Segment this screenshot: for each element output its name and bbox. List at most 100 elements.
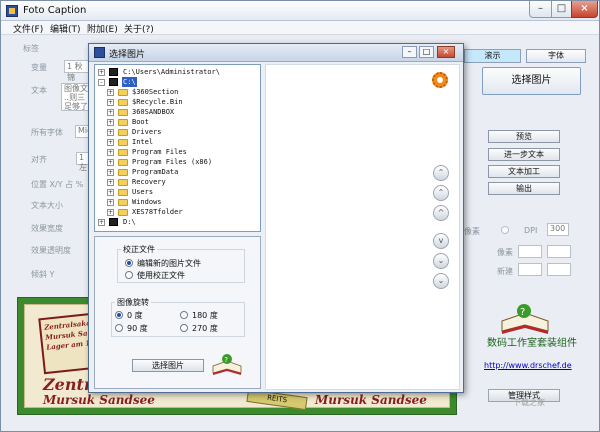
font-field[interactable]: Mic	[75, 125, 92, 138]
dpi-value[interactable]: 300	[547, 223, 569, 236]
new-field-h[interactable]	[547, 263, 571, 276]
tree-row[interactable]: + Recovery	[95, 177, 260, 187]
expand-icon[interactable]: +	[107, 149, 114, 156]
pixel-label: 像素	[464, 227, 480, 236]
tree-row[interactable]: + Users	[95, 187, 260, 197]
expand-icon[interactable]: +	[98, 69, 105, 76]
close-button[interactable]: ×	[571, 1, 598, 18]
expand-icon[interactable]: +	[107, 199, 114, 206]
menu-about[interactable]: 关于(?)	[124, 22, 154, 35]
pixel-field-w[interactable]	[518, 245, 542, 258]
maximize-button[interactable]: □	[551, 1, 572, 18]
radio-rotate-0[interactable]	[115, 311, 123, 319]
main-window: Foto Caption – □ × 文件(F) 编辑(T) 附加(E) 关于(…	[0, 0, 600, 432]
tree-row[interactable]: + ProgramData	[95, 167, 260, 177]
dialog-select-image-button[interactable]: 选择图片	[132, 359, 204, 372]
folder-icon	[118, 159, 128, 166]
double-down-icon[interactable]: ⌄	[433, 253, 449, 269]
menu-file[interactable]: 文件(F)	[13, 22, 43, 35]
tree-row[interactable]: + Windows	[95, 197, 260, 207]
preview-button[interactable]: 预览	[488, 130, 560, 143]
tree-row-label: Windows	[132, 198, 162, 206]
select-image-dialog: 选择图片 – □ × + C:\Users\Administrator\ - C:\ +…	[88, 43, 464, 393]
text-field-line1: 图像文	[64, 84, 88, 93]
tree-row[interactable]: + $Recycle.Bin	[95, 97, 260, 107]
expand-icon[interactable]: +	[107, 99, 114, 106]
promo-link[interactable]: http://www.drschef.de	[484, 361, 572, 370]
expand-icon[interactable]: +	[107, 169, 114, 176]
output-button[interactable]: 输出	[488, 182, 560, 195]
expand-icon[interactable]: +	[107, 129, 114, 136]
radio-edit-new[interactable]	[125, 259, 133, 267]
menu-extra[interactable]: 附加(E)	[87, 22, 118, 35]
tree-row[interactable]: + $360Section	[95, 87, 260, 97]
computer-icon	[109, 68, 118, 76]
tree-row[interactable]: + Program Files (x86)	[95, 157, 260, 167]
watermark: 下载之家	[513, 398, 545, 407]
dpi-radio[interactable]	[501, 226, 509, 234]
tree-row-label: Drivers	[132, 128, 162, 136]
row-label-variable: 变量	[31, 63, 47, 72]
text-process-button[interactable]: 文本加工	[488, 165, 560, 178]
expand-down-icon[interactable]: ⌄	[433, 273, 449, 289]
expand-icon[interactable]: +	[98, 219, 105, 226]
down-icon[interactable]: v	[433, 233, 449, 249]
folder-icon	[118, 199, 128, 206]
font-button[interactable]: 字体	[526, 49, 586, 63]
tree-row-label: C:\	[122, 77, 137, 87]
folder-icon	[118, 99, 128, 106]
select-image-button[interactable]: 选择图片	[482, 67, 581, 95]
tree-row[interactable]: + Drivers	[95, 127, 260, 137]
options-panel: 校正文件 编辑新的图片文件 使用校正文件 图像旋转 0 度 180 度 90 度…	[94, 236, 261, 389]
new-field-w[interactable]	[518, 263, 542, 276]
radio-rotate-270[interactable]	[180, 324, 188, 332]
row-label-effect-width: 效果宽度	[31, 224, 63, 233]
file-group-legend: 校正文件	[121, 244, 157, 255]
radio-rotate-180[interactable]	[180, 311, 188, 319]
collapse-up-icon[interactable]: ⌃	[433, 165, 449, 181]
dialog-minimize-button[interactable]: –	[402, 46, 417, 58]
tree-row-label: XES78Tfolder	[132, 208, 183, 216]
scripts-button[interactable]: 滚示	[464, 49, 521, 63]
tree-row-label: Boot	[132, 118, 149, 126]
radio-rotate-90[interactable]	[115, 324, 123, 332]
expand-icon[interactable]: +	[107, 179, 114, 186]
title-bar: Foto Caption – □ ×	[1, 1, 599, 21]
up-icon[interactable]: ^	[433, 205, 449, 221]
expand-icon[interactable]: +	[107, 139, 114, 146]
tree-row[interactable]: + XES78Tfolder	[95, 207, 260, 217]
radio-rotate-180-label: 180 度	[192, 311, 218, 320]
expand-icon[interactable]: +	[107, 209, 114, 216]
variable-field[interactable]: 1 秋锦	[64, 60, 89, 82]
dialog-close-button[interactable]: ×	[437, 46, 455, 58]
dialog-title: 选择图片	[109, 50, 146, 60]
tree-row[interactable]: + Intel	[95, 137, 260, 147]
expand-icon[interactable]: +	[107, 89, 114, 96]
tree-row-label: Program Files (x86)	[132, 158, 213, 166]
tree-row[interactable]: + C:\Users\Administrator\	[95, 67, 260, 77]
tree-row[interactable]: + D:\	[95, 217, 260, 227]
folder-icon	[118, 89, 128, 96]
pixel-label-2: 像素	[497, 248, 513, 257]
expand-icon[interactable]: +	[107, 189, 114, 196]
dialog-maximize-button[interactable]: □	[419, 46, 434, 58]
radio-use-correction[interactable]	[125, 271, 133, 279]
more-text-button[interactable]: 进一步文本	[488, 148, 560, 161]
expand-icon[interactable]: +	[107, 159, 114, 166]
tree-row[interactable]: +360SANDBOX	[95, 107, 260, 117]
gear-icon[interactable]	[432, 72, 448, 88]
expand-icon[interactable]: +	[107, 109, 114, 116]
tree-row[interactable]: + Program Files	[95, 147, 260, 157]
text-field[interactable]: 图像文 ..则三 足够了	[61, 83, 89, 111]
double-up-icon[interactable]: ⌃	[433, 185, 449, 201]
tree-row[interactable]: - C:\	[95, 77, 260, 87]
collapse-icon[interactable]: -	[98, 79, 105, 86]
minimize-button[interactable]: –	[529, 1, 552, 18]
radio-use-correction-label: 使用校正文件	[137, 271, 185, 280]
menu-edit[interactable]: 编辑(T)	[50, 22, 81, 35]
expand-icon[interactable]: +	[107, 119, 114, 126]
tree-row[interactable]: + Boot	[95, 117, 260, 127]
pixel-field-h[interactable]	[547, 245, 571, 258]
radio-rotate-0-label: 0 度	[127, 311, 143, 320]
book-logo-icon: ?	[501, 304, 549, 334]
